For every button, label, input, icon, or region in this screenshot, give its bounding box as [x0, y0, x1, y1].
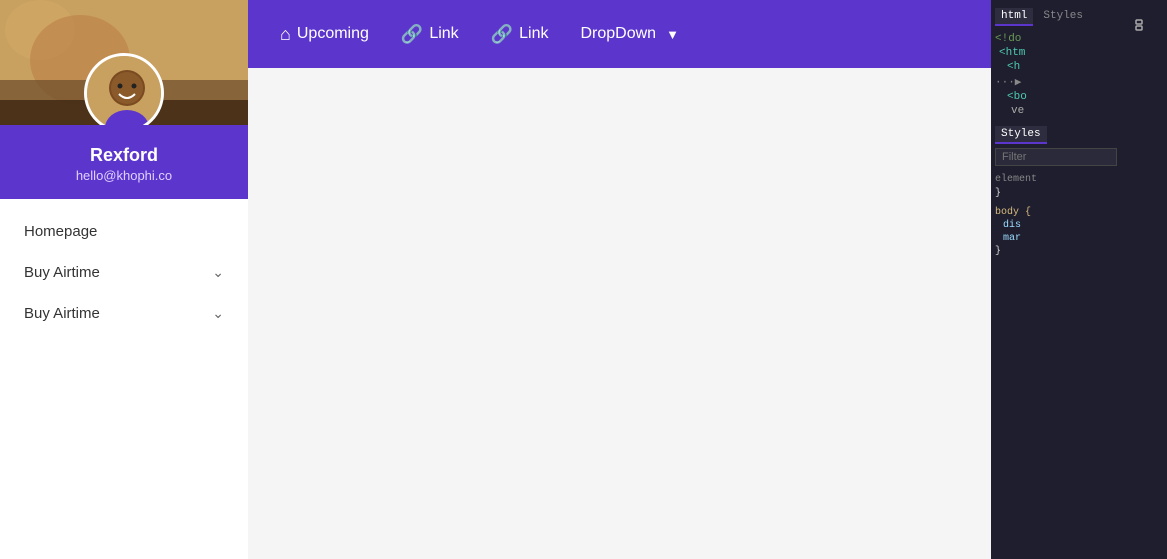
navbar-item-upcoming[interactable]: ⌂ Upcoming: [268, 18, 381, 51]
devtools-body-section: body { dis mar }: [995, 206, 1117, 258]
sidebar-nav-buy-airtime-1[interactable]: Buy Airtime ⌄: [0, 252, 248, 293]
navbar-item-link2[interactable]: 🔗 Link: [479, 18, 561, 51]
homepage-label: Homepage: [24, 223, 97, 240]
devtools-line-2: <htm: [995, 46, 1117, 60]
navbar-upcoming-label: Upcoming: [297, 25, 369, 43]
sidebar-nav-homepage[interactable]: Homepage: [0, 211, 248, 252]
devtools-tab-html[interactable]: html: [995, 8, 1033, 26]
navbar-dropdown-label: DropDown: [580, 25, 656, 43]
navbar-item-dropdown[interactable]: DropDown ▼: [568, 19, 690, 49]
devtools-body-rule: body {: [995, 206, 1117, 219]
devtools-line-3: <h: [995, 60, 1117, 74]
devtools-styles-tab[interactable]: Styles: [995, 126, 1047, 144]
devtools-element-brace: }: [995, 187, 1117, 200]
chevron-down-icon: ▼: [666, 27, 679, 42]
sidebar-nav-buy-airtime-2-left: Buy Airtime: [24, 305, 100, 322]
devtools-body-close: }: [995, 245, 1117, 258]
chevron-icon-2: ⌄: [212, 305, 224, 322]
devtools-icon-panel: [1121, 0, 1167, 559]
devtools-element-label: element: [995, 174, 1117, 185]
navbar-link1-label: Link: [429, 25, 458, 43]
sidebar: Rexford hello@khophi.co Homepage Buy Air…: [0, 0, 248, 559]
devtools-line-6: ve: [995, 104, 1117, 118]
devtools-line-1: <!do: [995, 32, 1117, 46]
navbar-left: ⌂ Upcoming 🔗 Link 🔗 Link DropDown ▼: [268, 18, 1019, 51]
sidebar-bg-area: [0, 0, 248, 125]
navbar-link2-label: Link: [519, 25, 548, 43]
devtools-tabs: html Styles: [995, 8, 1117, 26]
sidebar-nav-buy-airtime-2[interactable]: Buy Airtime ⌄: [0, 293, 248, 334]
profile-email: hello@khophi.co: [76, 168, 172, 183]
main-content: [496, 68, 991, 559]
sidebar-nav-homepage-left: Homepage: [24, 223, 97, 240]
chain-icon-1: 🔗: [401, 24, 423, 45]
devtools-filter-input[interactable]: [995, 148, 1117, 166]
devtools-mar-line: mar: [995, 232, 1117, 245]
profile-name: Rexford: [90, 145, 158, 166]
devtools-inspect-icon[interactable]: [1128, 12, 1160, 49]
devtools-tab-styles[interactable]: Styles: [1037, 8, 1089, 26]
sidebar-nav: Homepage Buy Airtime ⌄ Buy Airtime ⌄: [0, 199, 248, 559]
devtools-line-4: ···▶: [995, 74, 1117, 90]
buy-airtime-2-label: Buy Airtime: [24, 305, 100, 322]
chain-icon-2: 🔗: [491, 24, 513, 45]
sidebar-nav-buy-airtime-1-left: Buy Airtime: [24, 264, 100, 281]
devtools-line-5: <bo: [995, 90, 1117, 104]
sidebar-user-panel: Rexford hello@khophi.co: [0, 125, 248, 199]
buy-airtime-1-label: Buy Airtime: [24, 264, 100, 281]
home-icon: ⌂: [280, 24, 291, 45]
devtools-expanded: html Styles <!do <htm <h ···▶ <bo ve Sty…: [991, 0, 1121, 559]
navbar-item-link1[interactable]: 🔗 Link: [389, 18, 471, 51]
devtools-dis-line: dis: [995, 219, 1117, 232]
chevron-icon-1: ⌄: [212, 264, 224, 281]
